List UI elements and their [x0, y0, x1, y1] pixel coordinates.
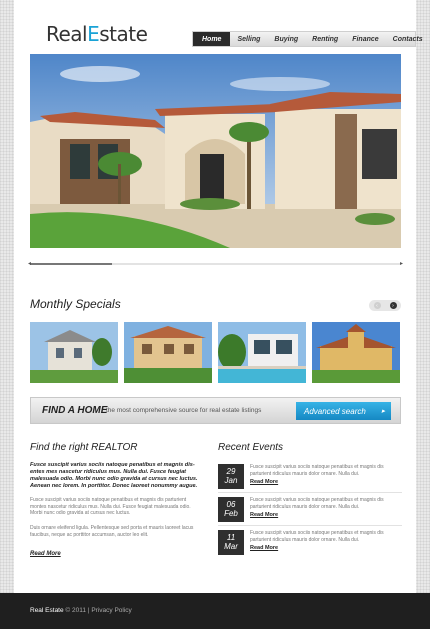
event-day: 06	[226, 500, 236, 509]
special-listing-thumb[interactable]	[30, 322, 118, 383]
nav-selling[interactable]: Selling	[230, 32, 267, 46]
event-text: Fusce suscipit varius sociis natoque pen…	[250, 497, 384, 510]
event-divider	[218, 525, 402, 526]
page-container: RealEstate Home Selling Buying Renting F…	[14, 0, 423, 593]
special-house-image	[218, 322, 306, 383]
special-house-image	[312, 322, 400, 383]
event-day: 29	[226, 467, 236, 476]
nav-finance[interactable]: Finance	[345, 32, 385, 46]
hero-house-image	[30, 54, 401, 248]
realtor-read-more-link[interactable]: Read More	[30, 551, 61, 557]
advanced-search-button[interactable]: Advanced search ▸	[296, 402, 391, 420]
main-nav: Home Selling Buying Renting Finance Cont…	[192, 31, 423, 47]
special-listing-thumb[interactable]	[218, 322, 306, 383]
hero-slider-track[interactable]: ◂ ▸	[28, 260, 403, 267]
event-date-badge: 29 Jan	[218, 464, 244, 489]
event-month: Feb	[224, 509, 238, 518]
special-house-image	[30, 322, 118, 383]
logo-text-real: Real	[46, 22, 88, 46]
monthly-specials-title: Monthly Specials	[30, 297, 121, 311]
event-divider	[218, 492, 402, 493]
advanced-search-label: Advanced search	[304, 406, 366, 416]
event-day: 11	[226, 533, 236, 542]
logo-text-state: state	[99, 22, 148, 46]
specials-next-icon[interactable]: ›	[389, 302, 397, 309]
site-footer: Real Estate © 2011 | Privacy Policy	[0, 593, 430, 629]
realtor-intro: Fusce suscipit varius sociis natoque pen…	[30, 462, 198, 489]
realtor-paragraph: Duis ornare eleifend ligula. Pellentesqu…	[30, 525, 194, 538]
footer-brand: Real Estate	[30, 607, 64, 614]
find-home-description: the most comprehensive source for real e…	[106, 407, 262, 414]
special-house-image	[124, 322, 212, 383]
event-text: Fusce suscipit varius sociis natoque pen…	[250, 530, 384, 543]
specials-prev-icon[interactable]: ‹	[373, 302, 381, 309]
logo-text-e: E	[87, 22, 100, 46]
nav-renting[interactable]: Renting	[305, 32, 345, 46]
event-read-more-link[interactable]: Read More	[250, 512, 278, 518]
event-read-more-link[interactable]: Read More	[250, 479, 278, 485]
event-month: Jan	[224, 476, 238, 485]
recent-events-title: Recent Events	[218, 442, 284, 453]
slider-prev-icon[interactable]: ◂	[28, 260, 31, 267]
event-date-badge: 06 Feb	[218, 497, 244, 522]
event-item: 06 Feb Fusce suscipit varius sociis nato…	[218, 497, 402, 525]
hero-slider-progress	[30, 263, 112, 265]
footer-text: Real Estate © 2011 | Privacy Policy	[30, 607, 132, 614]
find-home-title: FIND A HOME	[42, 405, 108, 416]
arrow-right-icon: ▸	[381, 408, 385, 415]
event-text: Fusce suscipit varius sociis natoque pen…	[250, 464, 384, 477]
realtor-title: Find the right REALTOR	[30, 442, 138, 453]
special-listing-thumb[interactable]	[312, 322, 400, 383]
event-read-more-link[interactable]: Read More	[250, 545, 278, 551]
footer-copyright: © 2011	[65, 607, 86, 614]
nav-buying[interactable]: Buying	[267, 32, 305, 46]
special-listing-thumb[interactable]	[124, 322, 212, 383]
site-logo[interactable]: RealEstate	[46, 22, 148, 46]
event-month: Mar	[224, 542, 238, 551]
realtor-paragraph: Fusce suscipit varius sociis natoque pen…	[30, 497, 191, 516]
event-item: 29 Jan Fusce suscipit varius sociis nato…	[218, 464, 402, 492]
footer-separator: |	[87, 607, 90, 614]
slider-next-icon[interactable]: ▸	[400, 260, 403, 267]
nav-home[interactable]: Home	[193, 32, 231, 46]
nav-contacts[interactable]: Contacts	[386, 32, 430, 46]
event-date-badge: 11 Mar	[218, 530, 244, 555]
hero-house-illustration	[30, 54, 401, 248]
privacy-policy-link[interactable]: Privacy Policy	[91, 607, 131, 614]
find-home-bar: FIND A HOME the most comprehensive sourc…	[30, 397, 401, 424]
event-item: 11 Mar Fusce suscipit varius sociis nato…	[218, 530, 402, 558]
specials-pager: ‹ ›	[369, 300, 401, 311]
